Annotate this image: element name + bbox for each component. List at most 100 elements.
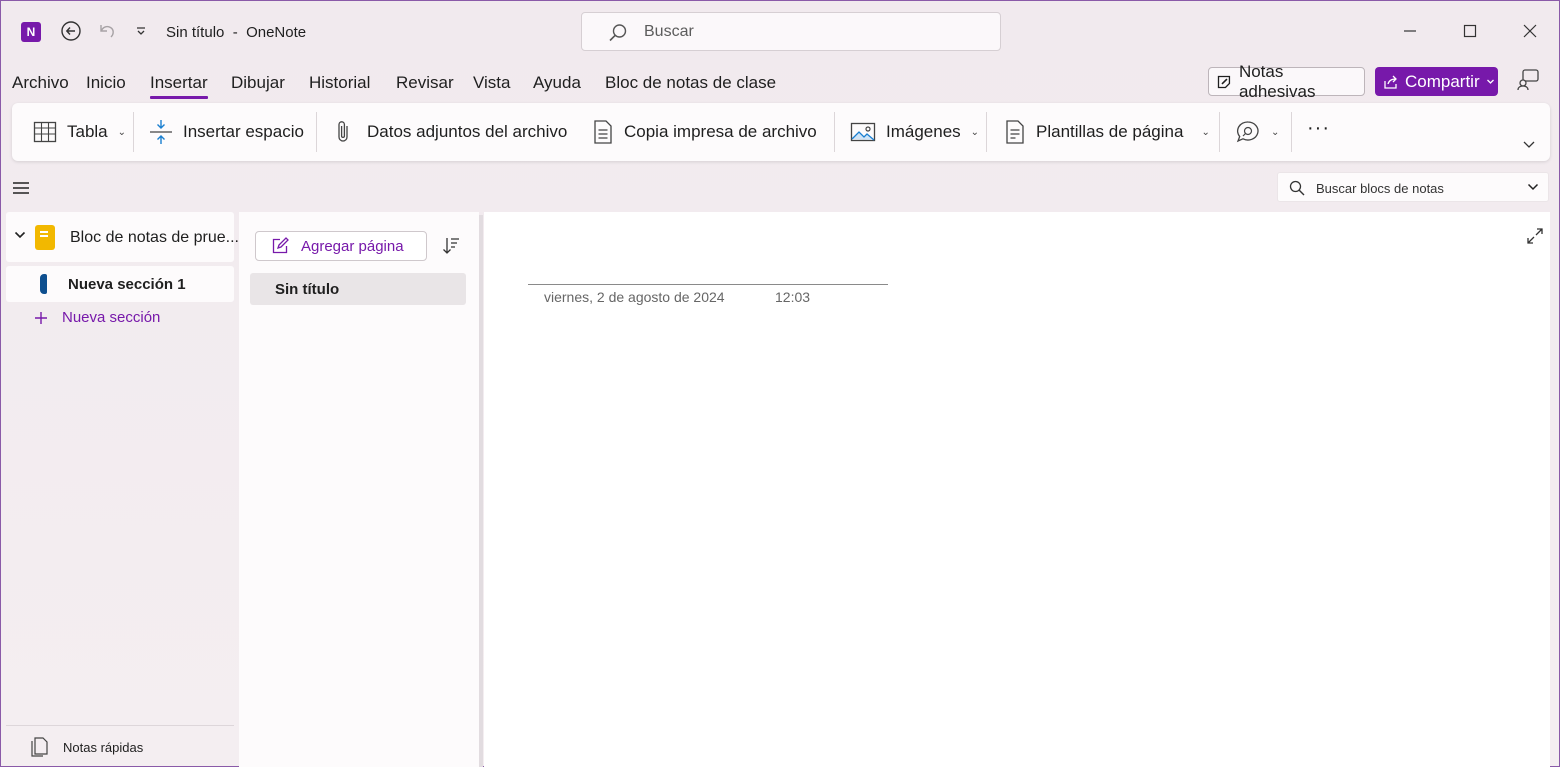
file-printout-button[interactable]: Copia impresa de archivo xyxy=(592,103,817,161)
file-printout-icon xyxy=(594,120,612,144)
tab-vista[interactable]: Vista xyxy=(473,73,511,93)
ribbon-divider xyxy=(133,112,134,152)
add-section-button[interactable]: Nueva sección xyxy=(34,309,160,326)
notebook-search-placeholder: Buscar blocs de notas xyxy=(1316,181,1444,196)
back-arrow-icon xyxy=(61,21,81,41)
maximize-icon xyxy=(1463,24,1477,38)
sticky-note-icon xyxy=(1217,75,1231,88)
table-button[interactable]: Tabla ⌄ xyxy=(33,103,126,161)
chevron-down-icon: ⌄ xyxy=(970,126,980,138)
page-time: 12:03 xyxy=(775,289,811,305)
tab-historial[interactable]: Historial xyxy=(309,73,370,93)
table-icon xyxy=(33,121,57,143)
minimize-icon xyxy=(1404,30,1416,32)
ribbon-divider xyxy=(1219,112,1220,152)
sort-pages-button[interactable] xyxy=(441,236,461,261)
tab-insertar[interactable]: Insertar xyxy=(150,73,208,99)
more-options-label: ··· xyxy=(1307,116,1330,139)
ribbon-expand-button[interactable] xyxy=(1522,115,1536,173)
chevron-down-icon: ⌄ xyxy=(1201,126,1210,138)
page-list-pane: Agregar página Sin título xyxy=(239,212,479,767)
close-icon xyxy=(1523,24,1537,38)
pane-splitter[interactable] xyxy=(479,215,483,767)
ribbon-divider xyxy=(1291,112,1292,152)
file-printout-label: Copia impresa de archivo xyxy=(624,122,817,141)
section-color-tab xyxy=(40,274,47,294)
share-button[interactable]: Compartir xyxy=(1375,67,1498,96)
chevron-down-icon: ⌄ xyxy=(117,126,127,138)
search-placeholder: Buscar xyxy=(644,23,694,40)
add-page-icon xyxy=(272,237,289,254)
navigation-toggle-button[interactable] xyxy=(12,181,30,200)
chevron-down-icon: ⌄ xyxy=(1271,126,1280,138)
ribbon-divider xyxy=(316,112,317,152)
chevron-down-icon xyxy=(1523,141,1535,148)
add-page-label: Agregar página xyxy=(301,237,404,255)
quick-notes-label: Notas rápidas xyxy=(63,740,144,755)
page-title-input[interactable] xyxy=(528,284,888,285)
page-title: Sin título xyxy=(275,281,340,298)
insert-ribbon: Tabla ⌄ Insertar espacio Datos adjuntos … xyxy=(12,103,1550,161)
tab-archivo[interactable]: Archivo xyxy=(12,73,69,93)
page-canvas[interactable]: viernes, 2 de agosto de 2024 12:03 xyxy=(484,212,1550,767)
share-icon xyxy=(1384,75,1397,89)
images-label: Imágenes xyxy=(886,122,961,141)
window-title: Sin título - OneNote xyxy=(166,24,306,41)
tab-revisar[interactable]: Revisar xyxy=(396,73,454,93)
ribbon-divider xyxy=(986,112,987,152)
sticky-notes-button[interactable]: Notas adhesivas xyxy=(1208,62,1365,101)
notebook-name: Bloc de notas de prue... xyxy=(70,229,239,246)
page-item[interactable]: Sin título xyxy=(250,273,466,305)
undo-icon xyxy=(100,25,114,38)
back-button[interactable] xyxy=(59,19,83,43)
insert-space-button[interactable]: Insertar espacio xyxy=(149,103,304,161)
chevron-down-icon xyxy=(137,27,145,35)
comment-button[interactable]: ⌄ xyxy=(1235,103,1279,161)
insert-space-label: Insertar espacio xyxy=(183,122,304,141)
section-item[interactable]: Nueva sección 1 xyxy=(6,266,234,302)
hamburger-menu-icon xyxy=(13,182,29,194)
tab-ayuda[interactable]: Ayuda xyxy=(533,73,581,93)
feedback-button[interactable] xyxy=(1516,68,1540,97)
search-icon xyxy=(609,24,627,42)
page-templates-label: Plantillas de página xyxy=(1036,122,1184,141)
plus-icon xyxy=(35,311,47,324)
quick-notes-button[interactable]: Notas rápidas xyxy=(6,725,234,767)
sticky-notes-label: Notas adhesivas xyxy=(1238,61,1316,101)
more-options-button[interactable]: ··· xyxy=(1307,99,1330,157)
images-button[interactable]: Imágenes ⌄ xyxy=(850,103,979,161)
speech-bubble-icon xyxy=(1236,121,1259,143)
attachment-button[interactable]: Datos adjuntos del archivo xyxy=(334,103,567,161)
full-page-view-button[interactable] xyxy=(1526,227,1544,250)
onenote-window: N Sin título - OneNote Buscar Archivo In… xyxy=(0,0,1560,767)
add-page-button[interactable]: Agregar página xyxy=(255,231,427,261)
maximize-button[interactable] xyxy=(1455,16,1485,46)
document-title: Sin título xyxy=(166,24,225,41)
notebook-item[interactable]: Bloc de notas de prue... xyxy=(6,212,239,262)
app-name: OneNote xyxy=(246,24,307,41)
tab-dibujar[interactable]: Dibujar xyxy=(231,73,285,93)
minimize-button[interactable] xyxy=(1395,16,1425,46)
notebook-navigation-pane: Bloc de notas de prue... Nueva sección 1… xyxy=(6,212,239,767)
share-label: Compartir xyxy=(1405,71,1480,91)
page-templates-button[interactable]: Plantillas de página ⌄ xyxy=(1004,103,1210,161)
quick-access-dropdown[interactable] xyxy=(129,19,153,43)
tab-inicio[interactable]: Inicio xyxy=(86,73,126,93)
insert-space-icon xyxy=(150,120,172,144)
search-icon xyxy=(1289,180,1305,196)
ribbon-divider xyxy=(834,112,835,152)
quick-notes-icon xyxy=(31,737,48,757)
chevron-down-icon xyxy=(14,231,26,239)
page-template-icon xyxy=(1006,120,1024,144)
notebook-search-input[interactable]: Buscar blocs de notas xyxy=(1277,172,1549,202)
tab-bloc-de-notas-de-clase[interactable]: Bloc de notas de clase xyxy=(605,73,776,93)
sort-icon xyxy=(443,238,459,254)
chevron-down-icon xyxy=(1486,79,1494,84)
search-input[interactable]: Buscar xyxy=(581,12,1001,51)
undo-button[interactable] xyxy=(94,19,118,43)
title-bar: N Sin título - OneNote Buscar xyxy=(1,1,1559,63)
close-button[interactable] xyxy=(1515,16,1545,46)
expand-icon xyxy=(1527,228,1543,244)
attachment-label: Datos adjuntos del archivo xyxy=(367,122,568,141)
feedback-person-icon xyxy=(1517,69,1539,91)
